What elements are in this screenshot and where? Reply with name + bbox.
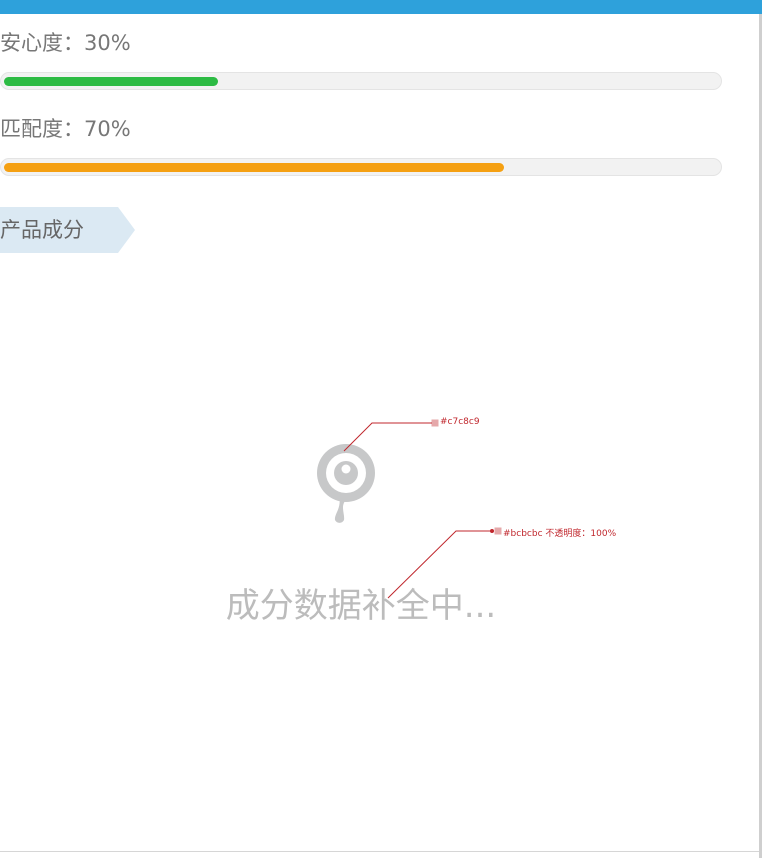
panel-bottom-divider	[0, 851, 759, 852]
annotation-lines	[343, 419, 502, 599]
product-panel: 安心度：30% 匹配度：70% 产品成分 成分数据补全中... #c7c8c9 …	[0, 0, 762, 858]
annotation-icon-color: #c7c8c9	[440, 417, 480, 427]
annotation-text-color: #bcbcbc 不透明度：100%	[503, 529, 617, 539]
